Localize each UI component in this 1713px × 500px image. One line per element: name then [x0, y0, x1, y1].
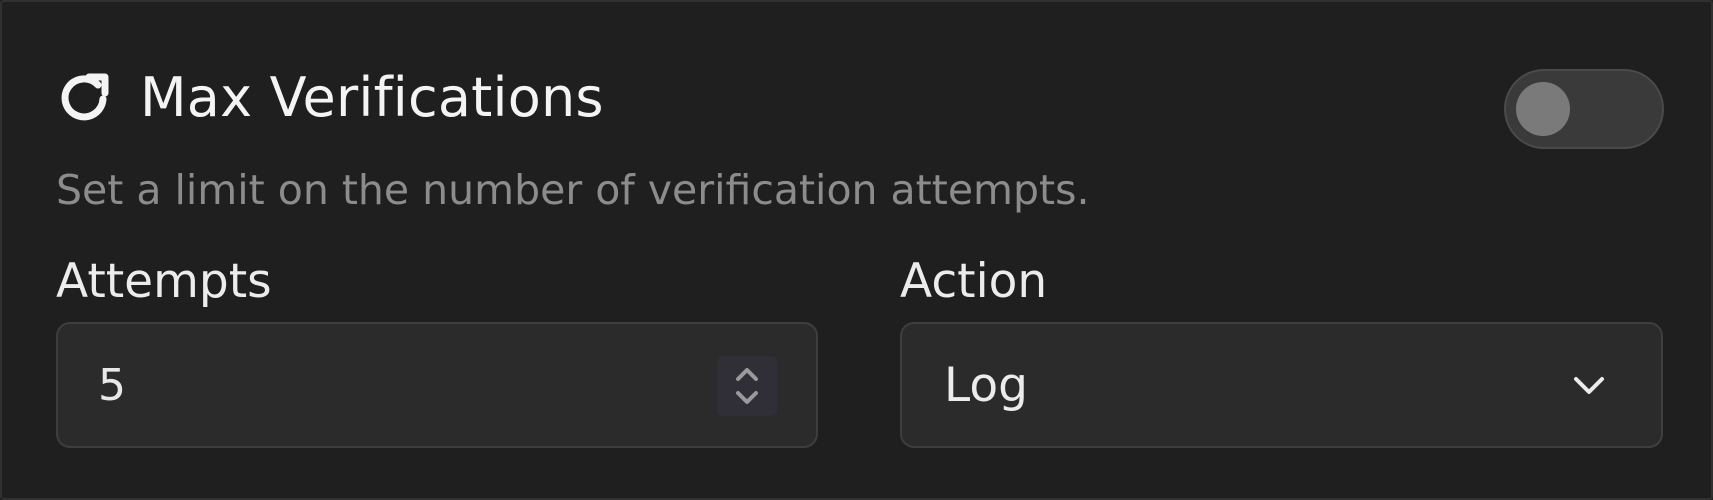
max-verifications-panel: Max Verifications Set a limit on the num… — [0, 0, 1713, 500]
chevron-down-icon — [1574, 377, 1604, 394]
stepper-arrows-icon — [736, 368, 758, 404]
attempts-stepper[interactable] — [717, 356, 777, 416]
attempts-input[interactable] — [98, 324, 698, 446]
action-label: Action — [900, 254, 1048, 309]
max-verifications-toggle[interactable] — [1504, 69, 1664, 149]
setting-title: Max Verifications — [140, 65, 604, 129]
action-select-value: Log — [944, 357, 1028, 413]
toggle-knob — [1516, 82, 1570, 136]
setting-description: Set a limit on the number of verificatio… — [56, 166, 1090, 214]
setting-header: Max Verifications — [56, 60, 604, 134]
action-select[interactable]: Log — [900, 322, 1663, 448]
attempts-label: Attempts — [56, 254, 272, 309]
refresh-icon — [61, 73, 109, 121]
attempts-field — [56, 322, 818, 448]
